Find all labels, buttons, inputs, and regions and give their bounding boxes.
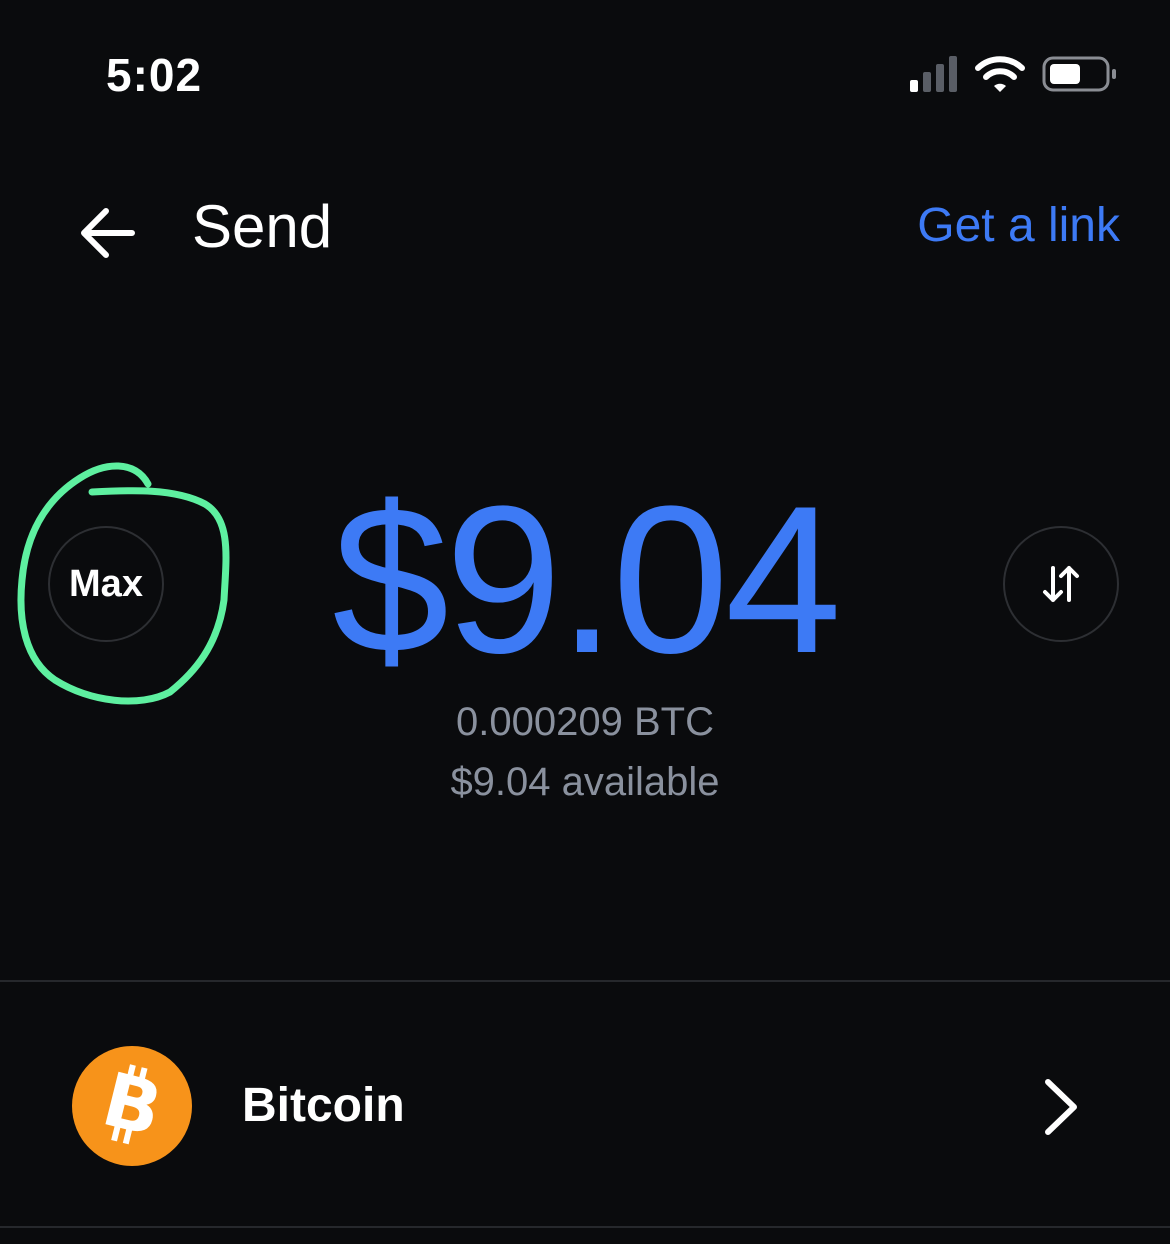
bitcoin-icon: B xyxy=(72,1046,192,1166)
available-balance: $9.04 available xyxy=(450,760,720,804)
fiat-amount: $9.04 xyxy=(332,462,842,697)
asset-name: Bitcoin xyxy=(242,1079,405,1132)
status-icons xyxy=(910,56,1116,92)
header: Send Get a link xyxy=(0,180,1170,280)
arrow-left-icon xyxy=(81,208,135,258)
signal-icon xyxy=(910,56,957,92)
asset-selector-row[interactable]: B Bitcoin xyxy=(0,1000,1170,1210)
get-link-button[interactable]: Get a link xyxy=(917,198,1120,253)
crypto-amount: 0.000209 BTC xyxy=(456,700,714,744)
divider-top xyxy=(0,980,1170,982)
battery-icon xyxy=(1042,56,1116,92)
swap-arrows-icon xyxy=(1043,566,1079,602)
wifi-icon xyxy=(975,56,1025,92)
status-time: 5:02 xyxy=(106,49,203,101)
back-button[interactable] xyxy=(70,190,150,270)
divider-bottom xyxy=(0,1226,1170,1228)
chevron-right-icon xyxy=(1045,1079,1077,1135)
swap-currency-button[interactable] xyxy=(1003,526,1119,642)
page-title: Send xyxy=(192,193,333,260)
status-bar: 5:02 xyxy=(0,0,1170,150)
